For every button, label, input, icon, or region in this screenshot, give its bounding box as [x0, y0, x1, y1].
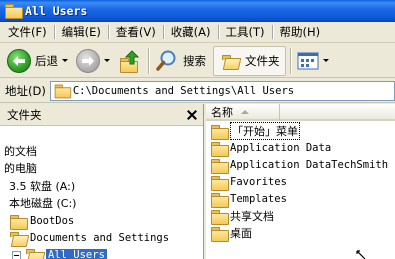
folder-icon — [10, 214, 28, 230]
close-icon[interactable] — [185, 108, 199, 122]
tree-item-bootdos[interactable]: BootDos — [10, 213, 75, 230]
address-input[interactable]: C:\Documents and Settings\All Users — [49, 80, 395, 101]
back-button[interactable]: 后退 — [4, 46, 71, 76]
file-list-pane: 名称 「开始」菜单 Application Data Application D… — [206, 104, 395, 259]
folder-tree-pane: 文件夹 的文档 的电脑 3.5 软盘 (A:) 本地磁盘 (C:) BootDo… — [0, 104, 204, 259]
folder-icon — [211, 124, 229, 140]
menu-help[interactable]: 帮助(H) — [275, 24, 326, 40]
file-item-label: Application DataTechSmith — [230, 159, 389, 171]
menu-separator — [107, 25, 109, 39]
tree-item-label: All Users — [46, 249, 107, 259]
menu-separator — [162, 25, 164, 39]
tree-item-floppy[interactable]: 3.5 软盘 (A:) — [9, 178, 75, 194]
menu-view[interactable]: 查看(V) — [111, 24, 161, 40]
title-bar[interactable]: All Users — [0, 0, 395, 22]
menu-separator — [53, 25, 55, 39]
menu-bar: 文件(F) 编辑(E) 查看(V) 收藏(A) 工具(T) 帮助(H) — [0, 22, 395, 43]
tree-item-label: 的文档 — [4, 145, 37, 158]
search-icon — [155, 49, 179, 73]
views-icon — [297, 52, 319, 70]
folder-open-icon — [26, 248, 42, 259]
address-path: C:\Documents and Settings\All Users — [72, 84, 295, 97]
file-item-application-data[interactable]: Application Data — [211, 140, 332, 157]
file-item-label: 「开始」菜单 — [230, 122, 300, 140]
forward-dropdown-icon[interactable] — [104, 59, 110, 62]
window-title: All Users — [25, 4, 88, 18]
folder-icon — [211, 209, 229, 225]
column-name-header[interactable]: 名称 — [206, 104, 280, 120]
menu-separator — [217, 25, 219, 39]
folder-icon — [211, 175, 229, 191]
folder-icon — [5, 4, 21, 18]
file-item-label: Application Data — [230, 142, 332, 154]
resize-cursor-icon — [356, 250, 366, 259]
file-item-shared-documents[interactable]: 共享文档 — [211, 208, 274, 225]
folder-icon — [211, 192, 229, 208]
address-bar: 地址(D) C:\Documents and Settings\All User… — [0, 79, 395, 103]
file-item-application-datatechsmith[interactable]: Application DataTechSmith — [211, 157, 389, 174]
tree-item-label: 的电脑 — [4, 162, 37, 175]
menu-separator — [271, 25, 273, 39]
folder-icon — [211, 226, 229, 242]
tree-item-label: 本地磁盘 (C:) — [9, 197, 77, 210]
up-button[interactable] — [115, 46, 145, 76]
file-item-label: 桌面 — [230, 227, 252, 240]
folder-icon — [211, 158, 229, 174]
back-arrow-icon — [7, 48, 31, 73]
collapse-icon[interactable] — [12, 250, 21, 259]
file-item-label: 共享文档 — [230, 210, 274, 223]
address-label: 地址(D) — [5, 83, 46, 98]
file-item-favorites[interactable]: Favorites — [211, 174, 287, 191]
forward-button[interactable] — [73, 46, 113, 76]
file-item-label: Favorites — [230, 176, 287, 188]
folder-icon — [211, 141, 229, 157]
folder-open-icon — [10, 231, 26, 245]
folder-pane-title: 文件夹 — [7, 107, 42, 122]
menu-tools[interactable]: 工具(T) — [221, 24, 270, 40]
views-dropdown-icon[interactable] — [322, 59, 329, 62]
tree-item-my-documents[interactable]: 的文档 — [4, 143, 37, 159]
folder-icon — [54, 84, 72, 99]
column-name-label: 名称 — [211, 105, 233, 119]
folder-pane-header: 文件夹 — [0, 104, 203, 126]
menu-edit[interactable]: 编辑(E) — [57, 24, 106, 40]
tree-item-documents-and-settings[interactable]: Documents and Settings — [10, 230, 169, 246]
folder-up-icon — [118, 49, 142, 73]
search-button[interactable]: 搜索 — [152, 46, 209, 76]
tree-item-label: Documents and Settings — [30, 232, 170, 244]
folders-icon — [219, 52, 241, 70]
folders-button[interactable]: 文件夹 — [213, 45, 286, 76]
tree-item-all-users[interactable]: All Users — [12, 247, 107, 259]
toolbar-separator — [148, 47, 149, 74]
folders-label: 文件夹 — [245, 53, 280, 68]
toolbar: 后退 搜索 文件夹 — [0, 44, 395, 78]
menu-file[interactable]: 文件(F) — [0, 24, 52, 40]
toolbar-separator — [289, 47, 291, 74]
forward-arrow-icon — [76, 48, 100, 73]
column-header: 名称 — [206, 104, 395, 121]
sort-ascending-icon — [241, 109, 249, 114]
tree-item-my-computer[interactable]: 的电脑 — [4, 160, 37, 176]
menu-favorites[interactable]: 收藏(A) — [166, 24, 216, 40]
views-button[interactable] — [294, 46, 332, 76]
file-item-start-menu[interactable]: 「开始」菜单 — [211, 122, 300, 140]
tree-item-label: 3.5 软盘 (A:) — [9, 180, 76, 193]
tree-item-local-disk[interactable]: 本地磁盘 (C:) — [9, 195, 76, 211]
back-dropdown-icon[interactable] — [62, 59, 68, 62]
tree-item-label: BootDos — [30, 215, 75, 227]
search-label: 搜索 — [183, 53, 206, 68]
file-item-desktop[interactable]: 桌面 — [211, 225, 252, 242]
file-item-label: Templates — [230, 193, 287, 205]
file-item-templates[interactable]: Templates — [211, 191, 287, 208]
back-label: 后退 — [35, 53, 58, 68]
